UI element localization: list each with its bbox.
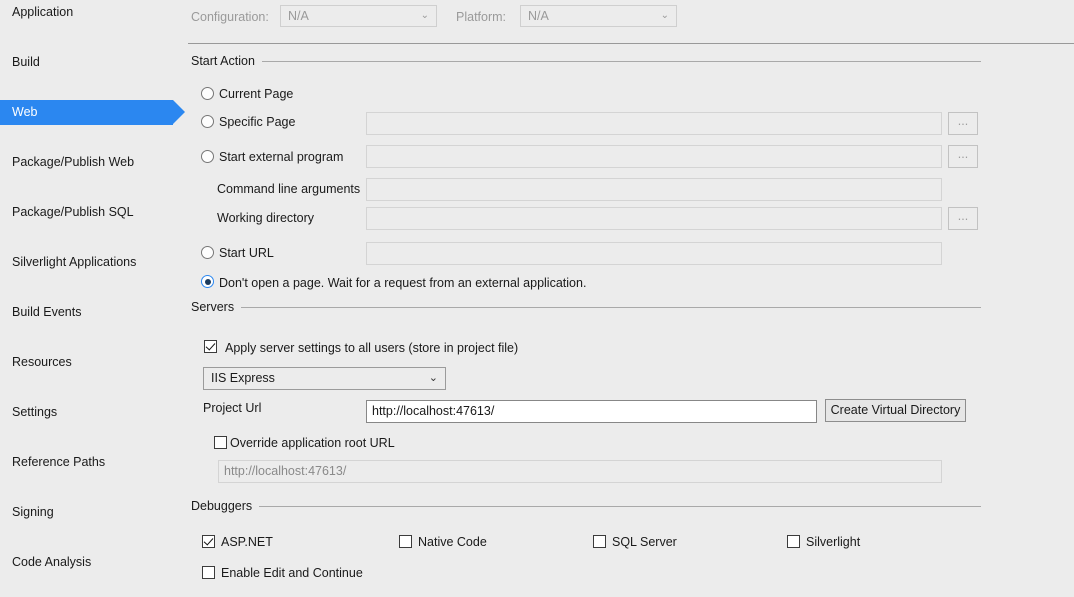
- sidebar-item-application[interactable]: Application: [0, 0, 185, 25]
- override-app-root-url-checkbox[interactable]: [214, 436, 227, 449]
- aspnet-debugger-checkbox[interactable]: [202, 535, 215, 548]
- sidebar-item-silverlight-applications[interactable]: Silverlight Applications: [0, 250, 185, 275]
- radio-specific-page-label: Specific Page: [219, 115, 296, 129]
- sidebar-item-web[interactable]: Web: [0, 100, 185, 125]
- native-code-debugger-checkbox[interactable]: [399, 535, 412, 548]
- chevron-down-icon: ⌄: [660, 10, 669, 21]
- radio-dont-open-page-label: Don't open a page. Wait for a request fr…: [219, 276, 587, 290]
- enable-edit-and-continue-label: Enable Edit and Continue: [221, 566, 363, 580]
- servers-group-rule: [230, 307, 981, 308]
- start-action-group-label: Start Action: [191, 54, 262, 68]
- working-directory-label: Working directory: [217, 211, 315, 225]
- sidebar-item-reference-paths[interactable]: Reference Paths: [0, 450, 185, 475]
- platform-label: Platform:: [456, 10, 507, 24]
- aspnet-debugger-label: ASP.NET: [221, 535, 273, 549]
- external-program-browse-button[interactable]: ...: [948, 145, 978, 168]
- debuggers-group-label: Debuggers: [191, 499, 260, 513]
- working-directory-input[interactable]: [366, 207, 942, 230]
- project-url-label: Project Url: [203, 401, 262, 415]
- configuration-dropdown[interactable]: N/A ⌄: [280, 5, 437, 27]
- header-divider: [188, 43, 1074, 44]
- sidebar-item-build-events[interactable]: Build Events: [0, 300, 185, 325]
- sql-server-debugger-label: SQL Server: [612, 535, 677, 549]
- sidebar-item-build[interactable]: Build: [0, 50, 185, 75]
- working-directory-browse-button[interactable]: ...: [948, 207, 978, 230]
- start-action-group-rule: [247, 61, 981, 62]
- override-app-root-url-label: Override application root URL: [230, 436, 395, 450]
- radio-start-external-program[interactable]: [201, 150, 214, 163]
- radio-start-url[interactable]: [201, 246, 214, 259]
- configuration-value: N/A: [288, 9, 309, 23]
- apply-server-settings-label: Apply server settings to all users (stor…: [225, 341, 519, 355]
- debuggers-group-rule: [248, 506, 981, 507]
- configuration-bar: Configuration: N/A ⌄ Platform: N/A ⌄: [185, 0, 1074, 43]
- command-line-arguments-label: Command line arguments: [217, 182, 361, 196]
- specific-page-browse-button[interactable]: ...: [948, 112, 978, 135]
- apply-server-settings-checkbox[interactable]: [204, 340, 217, 353]
- sidebar-item-package-publish-web[interactable]: Package/Publish Web: [0, 150, 185, 175]
- sidebar-item-settings[interactable]: Settings: [0, 400, 185, 425]
- radio-current-page-label: Current Page: [219, 87, 294, 101]
- start-url-input[interactable]: [366, 242, 942, 265]
- silverlight-debugger-label: Silverlight: [806, 535, 861, 549]
- servers-group-label: Servers: [191, 300, 242, 314]
- radio-current-page[interactable]: [201, 87, 214, 100]
- configuration-label: Configuration:: [191, 10, 269, 24]
- sidebar-item-package-publish-sql[interactable]: Package/Publish SQL: [0, 200, 185, 225]
- radio-start-url-label: Start URL: [219, 246, 274, 260]
- server-dropdown[interactable]: IIS Express ⌄: [203, 367, 446, 390]
- silverlight-debugger-checkbox[interactable]: [787, 535, 800, 548]
- sql-server-debugger-checkbox[interactable]: [593, 535, 606, 548]
- sidebar-item-code-analysis[interactable]: Code Analysis: [0, 550, 185, 575]
- override-app-root-url-input[interactable]: http://localhost:47613/: [218, 460, 942, 483]
- enable-edit-and-continue-checkbox[interactable]: [202, 566, 215, 579]
- server-value: IIS Express: [211, 371, 275, 385]
- radio-dont-open-page[interactable]: [201, 275, 214, 288]
- web-properties-pane: Configuration: N/A ⌄ Platform: N/A ⌄ Sta…: [185, 0, 1074, 597]
- radio-start-external-program-label: Start external program: [219, 150, 344, 164]
- external-program-input[interactable]: [366, 145, 942, 168]
- chevron-down-icon: ⌄: [420, 10, 429, 21]
- sidebar-item-signing[interactable]: Signing: [0, 500, 185, 525]
- project-url-input[interactable]: http://localhost:47613/: [366, 400, 817, 423]
- sidebar-item-resources[interactable]: Resources: [0, 350, 185, 375]
- native-code-debugger-label: Native Code: [418, 535, 487, 549]
- property-pages-sidebar: Application Build Web Package/Publish We…: [0, 0, 185, 597]
- specific-page-input[interactable]: [366, 112, 942, 135]
- platform-value: N/A: [528, 9, 549, 23]
- create-virtual-directory-button[interactable]: Create Virtual Directory: [825, 399, 966, 422]
- radio-specific-page[interactable]: [201, 115, 214, 128]
- command-line-arguments-input[interactable]: [366, 178, 942, 201]
- platform-dropdown[interactable]: N/A ⌄: [520, 5, 677, 27]
- chevron-down-icon: ⌄: [428, 372, 438, 384]
